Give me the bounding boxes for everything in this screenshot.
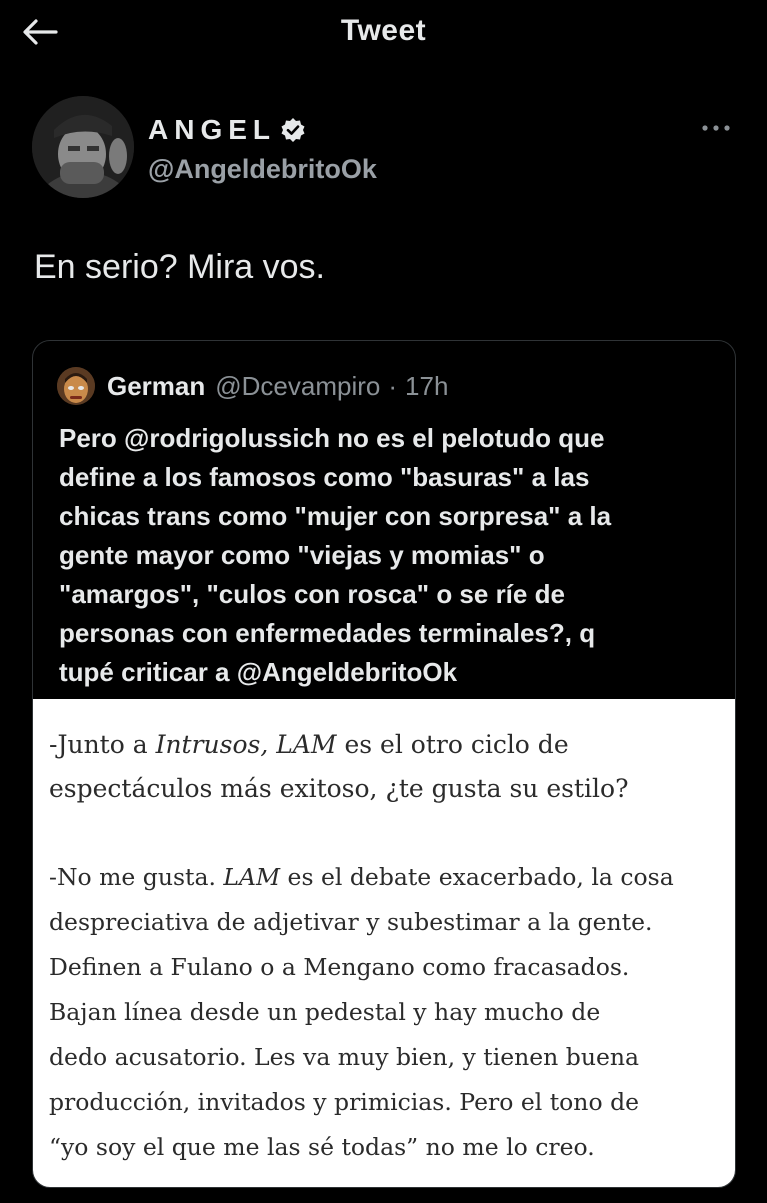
quote-text-line: chicas trans como "mujer con sorpresa" a… [59, 501, 612, 531]
top-bar: Tweet [0, 0, 767, 64]
image-text-line: espectáculos más exitoso, ¿te gusta su e… [49, 774, 629, 803]
author-handle[interactable]: @AngeldebritoOk [148, 154, 377, 185]
quote-author-handle: @Dcevampiro [215, 370, 381, 401]
image-text-line: Bajan línea desde un pedestal y hay much… [49, 998, 601, 1026]
quoted-tweet[interactable]: German @Dcevampiro · 17h Pero @rodrigolu… [32, 340, 736, 1188]
image-text-line: dedo acusatorio. Les va muy bien, y tien… [49, 1043, 640, 1071]
image-text-line: -No me gusta. LAM es el debate exacerbad… [49, 863, 674, 891]
image-text-line: “yo soy el que me las sé todas” no me lo… [49, 1133, 595, 1161]
quote-text-line: personas con enfermedades terminales?, q [59, 618, 596, 648]
quote-separator: · [388, 370, 398, 401]
display-name[interactable]: ANGEL [148, 114, 306, 146]
avatar[interactable] [32, 96, 134, 198]
quote-text-line: gente mayor como "viejas y momias" o [59, 540, 545, 570]
quote-timestamp: 17h [405, 370, 449, 401]
page-title: Tweet [340, 14, 427, 47]
image-question: -Junto a Intrusos, LAM es el otro ciclo … [49, 723, 729, 811]
verified-badge-icon [281, 118, 305, 142]
quote-avatar-image [57, 367, 95, 405]
quote-header: German @Dcevampiro · 17h [57, 367, 448, 405]
quote-media-image[interactable]: -Junto a Intrusos, LAM es el otro ciclo … [33, 699, 735, 1187]
image-text-line: despreciativa de adjetivar y subestimar … [49, 908, 653, 936]
quote-text-line: tupé criticar a @AngeldebritoOk [59, 657, 458, 687]
tweet-author: ANGEL @AngeldebritoOk [32, 96, 740, 206]
avatar-photo [32, 96, 134, 198]
quote-text-line: Pero @rodrigolussich no es el pelotudo q… [59, 423, 605, 453]
tweet-text: En serio? Mira vos. [34, 248, 325, 286]
image-text-line: Definen a Fulano o a Mengano como fracas… [49, 953, 630, 981]
image-text-line: -Junto a Intrusos, LAM es el otro ciclo … [49, 730, 569, 759]
more-dots-icon [702, 125, 730, 131]
display-name-text: ANGEL [148, 114, 276, 145]
quote-text-line: "amargos", "culos con rosca" o se ríe de [59, 579, 565, 609]
image-answer: -No me gusta. LAM es el debate exacerbad… [49, 855, 729, 1170]
more-options-button[interactable] [696, 116, 736, 140]
quote-avatar [57, 367, 95, 405]
quote-text-line: define a los famosos como "basuras" a la… [59, 462, 590, 492]
image-text-line: producción, invitados y primicias. Pero … [49, 1088, 640, 1116]
quote-text: Pero @rodrigolussich no es el pelotudo q… [59, 419, 709, 692]
quote-author-name: German [107, 370, 206, 401]
